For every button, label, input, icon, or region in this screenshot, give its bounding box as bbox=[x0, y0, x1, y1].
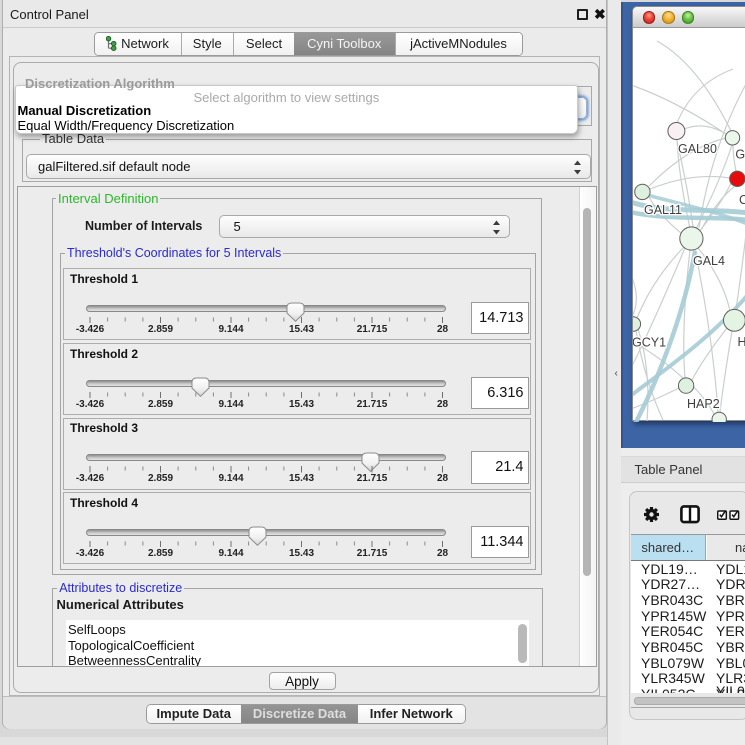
svg-text:GAL11: GAL11 bbox=[644, 203, 682, 217]
svg-text:GCY1: GCY1 bbox=[633, 335, 666, 349]
svg-text:GAL80: GAL80 bbox=[678, 142, 717, 156]
svg-text:GA: GA bbox=[735, 147, 745, 161]
svg-text:HAP2: HAP2 bbox=[687, 397, 720, 411]
svg-text:HX: HX bbox=[737, 335, 745, 349]
svg-text:GAL4: GAL4 bbox=[693, 254, 725, 268]
svg-text:CY: CY bbox=[739, 193, 745, 207]
